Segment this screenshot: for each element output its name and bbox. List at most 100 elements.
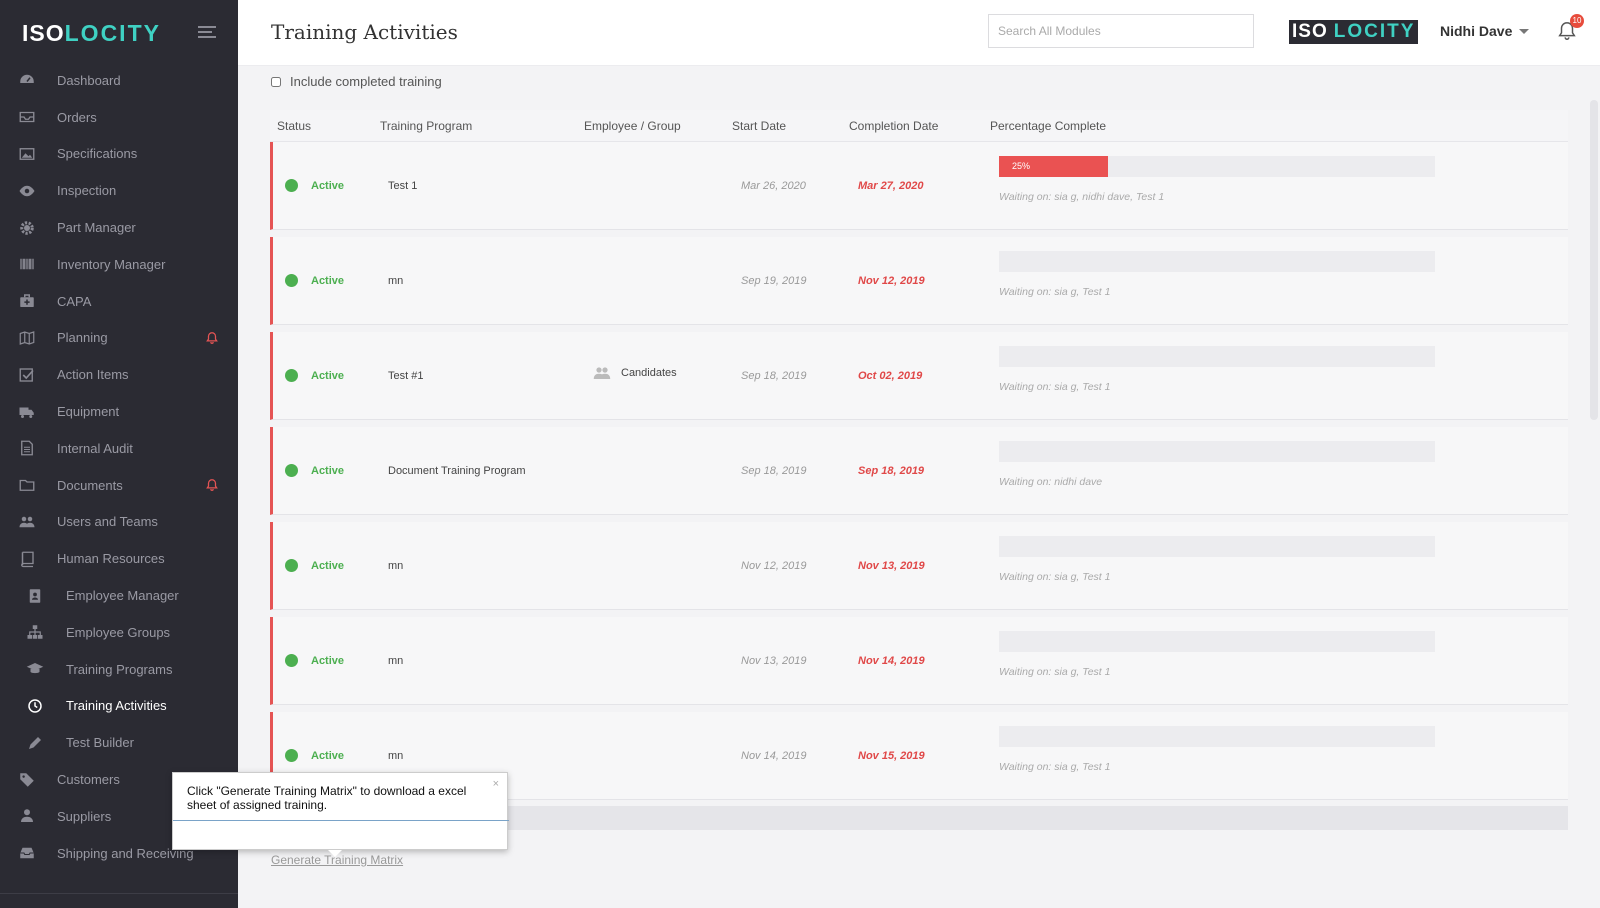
progress-bar bbox=[999, 441, 1435, 462]
user-menu[interactable]: Nidhi Dave bbox=[1440, 23, 1530, 39]
status-label: Active bbox=[311, 750, 345, 762]
sidebar-item-internal-audit[interactable]: Internal Audit bbox=[0, 430, 238, 467]
status-dot bbox=[285, 464, 298, 477]
menu-toggle-icon[interactable] bbox=[198, 26, 216, 40]
sidebar-item-human-resources[interactable]: Human Resources bbox=[0, 540, 238, 577]
brand-logo[interactable]: ISO LOCITY bbox=[22, 18, 161, 48]
start-date: Sep 18, 2019 bbox=[741, 465, 807, 477]
sitemap-icon bbox=[26, 623, 44, 641]
notification-bell-icon[interactable]: 10 bbox=[1556, 14, 1584, 44]
sidebar-item-test-builder[interactable]: Test Builder bbox=[0, 724, 238, 761]
sidebar-item-label: Training Activities bbox=[66, 698, 167, 714]
progress-bar bbox=[999, 251, 1435, 272]
sidebar-item-label: Equipment bbox=[57, 404, 120, 420]
table-row[interactable]: Active mn Sep 19, 2019 Nov 12, 2019 Waiting … bbox=[270, 237, 1568, 325]
sidebar-item-equipment[interactable]: Equipment bbox=[0, 393, 238, 430]
sidebar-item-employee-groups[interactable]: Employee Groups bbox=[0, 614, 238, 651]
dashboard-icon bbox=[18, 71, 36, 89]
sidebar-item-inspection[interactable]: Inspection bbox=[0, 172, 238, 209]
training-program-name[interactable]: mn bbox=[388, 560, 403, 572]
table-row[interactable]: Active mn Nov 12, 2019 Nov 13, 2019 Waiting … bbox=[270, 522, 1568, 610]
training-program-name[interactable]: mn bbox=[388, 750, 403, 762]
sidebar-item-specifications[interactable]: Specifications bbox=[0, 136, 238, 173]
status-label: Active bbox=[311, 560, 345, 572]
sidebar-item-label: Users and Teams bbox=[57, 514, 158, 530]
training-program-name[interactable]: mn bbox=[388, 275, 403, 287]
logo-locity: LOCITY bbox=[64, 19, 161, 46]
waiting-on-text: Waiting on: sia g, Test 1 bbox=[999, 666, 1111, 678]
column-header-percentage-complete[interactable]: Percentage Complete bbox=[990, 119, 1106, 133]
graduation-cap-icon bbox=[26, 660, 44, 678]
tag-icon bbox=[18, 771, 36, 789]
training-program-name[interactable]: mn bbox=[388, 655, 403, 667]
table-row[interactable]: Active mn Nov 13, 2019 Nov 14, 2019 Waiting … bbox=[270, 617, 1568, 705]
book-icon bbox=[18, 550, 36, 568]
tooltip-divider bbox=[173, 820, 509, 821]
user-name: Nidhi Dave bbox=[1440, 23, 1513, 39]
start-date: Nov 13, 2019 bbox=[741, 655, 807, 667]
sidebar-item-label: Inspection bbox=[57, 183, 117, 199]
sidebar-item-planning[interactable]: Planning bbox=[0, 320, 238, 357]
include-completed-checkbox[interactable] bbox=[271, 76, 281, 87]
tooltip-arrow bbox=[328, 850, 342, 857]
alert-bell-icon bbox=[205, 331, 219, 345]
status-dot bbox=[285, 559, 298, 572]
training-activities-table: Status Training Program Employee / Group… bbox=[270, 110, 1568, 800]
start-date: Nov 12, 2019 bbox=[741, 560, 807, 572]
notification-badge: 10 bbox=[1570, 14, 1584, 28]
status-dot bbox=[285, 749, 298, 762]
sidebar-item-training-activities[interactable]: Training Activities bbox=[0, 688, 238, 725]
sidebar-item-users-and-teams[interactable]: Users and Teams bbox=[0, 504, 238, 541]
tray-icon bbox=[18, 844, 36, 862]
search-input[interactable] bbox=[988, 14, 1254, 48]
sidebar-item-orders[interactable]: Orders bbox=[0, 99, 238, 136]
training-program-name[interactable]: Test #1 bbox=[388, 370, 423, 382]
scrollbar[interactable] bbox=[1590, 100, 1598, 420]
sidebar-item-part-manager[interactable]: Part Manager bbox=[0, 209, 238, 246]
column-header-completion-date[interactable]: Completion Date bbox=[849, 119, 938, 133]
sidebar-item-label: Employee Manager bbox=[66, 588, 179, 604]
sidebar-item-label: Documents bbox=[57, 477, 123, 493]
status-label: Active bbox=[311, 465, 345, 477]
table-row[interactable]: Active Test #1 Candidates Sep 18, 2019 Oct 0… bbox=[270, 332, 1568, 420]
table-row[interactable]: Active Test 1 Mar 26, 2020 Mar 27, 2020 25% W… bbox=[270, 142, 1568, 230]
completion-date: Mar 27, 2020 bbox=[858, 180, 924, 192]
header-brand-logo: ISO LOCITY bbox=[1289, 20, 1419, 44]
sidebar-item-label: Action Items bbox=[57, 367, 129, 383]
truck-icon bbox=[18, 403, 36, 421]
employee-group[interactable]: Candidates bbox=[593, 366, 677, 380]
sidebar-item-training-programs[interactable]: Training Programs bbox=[0, 651, 238, 688]
include-completed-filter[interactable]: Include completed training bbox=[271, 74, 442, 89]
close-icon[interactable]: × bbox=[493, 778, 499, 790]
eye-icon bbox=[18, 182, 36, 200]
alert-bell-icon bbox=[205, 478, 219, 492]
page-title: Training Activities bbox=[271, 20, 458, 44]
progress-bar bbox=[999, 346, 1435, 367]
sidebar-item-documents[interactable]: Documents bbox=[0, 467, 238, 504]
waiting-on-text: Waiting on: sia g, Test 1 bbox=[999, 381, 1111, 393]
chevron-down-icon bbox=[1519, 28, 1530, 34]
status-dot bbox=[285, 369, 298, 382]
sidebar-item-label: Customers bbox=[57, 772, 120, 788]
column-header-training-program[interactable]: Training Program bbox=[380, 119, 472, 133]
completion-date: Nov 13, 2019 bbox=[858, 560, 925, 572]
completion-date: Sep 18, 2019 bbox=[858, 465, 925, 477]
gear-icon bbox=[18, 219, 36, 237]
column-header-status[interactable]: Status bbox=[277, 119, 311, 133]
sidebar-item-dashboard[interactable]: Dashboard bbox=[0, 62, 238, 99]
sidebar-item-employee-manager[interactable]: Employee Manager bbox=[0, 577, 238, 614]
training-program-name[interactable]: Test 1 bbox=[388, 180, 417, 192]
table-header: Status Training Program Employee / Group… bbox=[270, 110, 1568, 142]
sidebar-item-capa[interactable]: CAPA bbox=[0, 283, 238, 320]
training-program-name[interactable]: Document Training Program bbox=[388, 465, 526, 477]
group-icon bbox=[593, 367, 611, 379]
sidebar-divider bbox=[0, 893, 238, 894]
status-dot bbox=[285, 654, 298, 667]
column-header-employee-group[interactable]: Employee / Group bbox=[584, 119, 681, 133]
sidebar-item-inventory-manager[interactable]: Inventory Manager bbox=[0, 246, 238, 283]
column-header-start-date[interactable]: Start Date bbox=[732, 119, 786, 133]
table-row[interactable]: Active Document Training Program Sep 18, 2… bbox=[270, 427, 1568, 515]
sidebar-item-action-items[interactable]: Action Items bbox=[0, 356, 238, 393]
waiting-on-text: Waiting on: nidhi dave bbox=[999, 476, 1103, 488]
waiting-on-text: Waiting on: sia g, Test 1 bbox=[999, 286, 1111, 298]
